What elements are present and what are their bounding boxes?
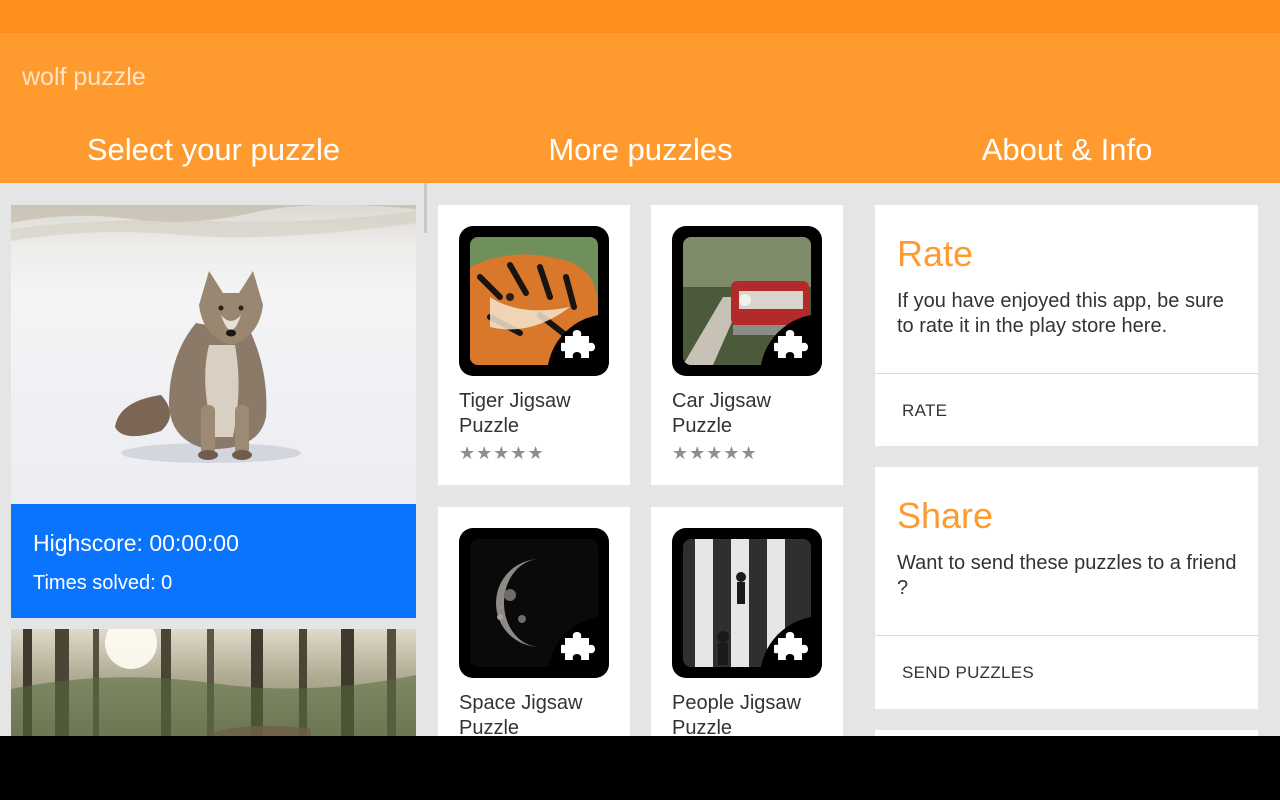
highscore-label: Highscore: 00:00:00: [33, 530, 239, 556]
wolf-puzzle-card[interactable]: Highscore: 00:00:00 Times solved: 0: [11, 205, 416, 618]
car-puzzle-thumbnail: [672, 226, 822, 376]
rate-title: Rate: [897, 233, 974, 274]
puzzle-name: Space Jigsaw Puzzle: [459, 692, 583, 736]
tiger-puzzle-thumbnail: [459, 226, 609, 376]
tab-select-puzzle[interactable]: Select your puzzle: [0, 132, 427, 172]
status-bar: [0, 0, 1280, 33]
space-puzzle-thumbnail: [459, 528, 609, 678]
app-bar: wolf puzzle Select your puzzle More puzz…: [0, 33, 1280, 183]
wolf-photo: [11, 205, 416, 463]
tab-about-info[interactable]: About & Info: [854, 132, 1280, 172]
share-text: Want to send these puzzles to a friend ?: [897, 552, 1237, 599]
rate-card: Rate If you have enjoyed this app, be su…: [875, 205, 1258, 446]
wolf-puzzle-image[interactable]: [11, 205, 416, 504]
puzzle-name: Tiger Jigsaw Puzzle: [459, 390, 571, 437]
more-puzzle-card-space[interactable]: Space Jigsaw Puzzle: [438, 507, 630, 736]
share-card: Share Want to send these puzzles to a fr…: [875, 467, 1258, 709]
system-navigation-bar: [0, 736, 1280, 800]
send-puzzles-button[interactable]: SEND PUZZLES: [902, 663, 1034, 683]
rate-text: If you have enjoyed this app, be sure to…: [897, 290, 1224, 337]
puzzle-name: Car Jigsaw Puzzle: [672, 390, 771, 437]
star-rating-icon: ★★★★★: [672, 443, 758, 463]
star-rating-icon: ★★★★★: [459, 443, 545, 463]
people-puzzle-thumbnail: [672, 528, 822, 678]
share-title: Share: [897, 495, 994, 536]
tab-more-puzzles[interactable]: More puzzles: [427, 132, 854, 172]
more-puzzle-card-car[interactable]: Car Jigsaw Puzzle ★★★★★: [651, 205, 843, 485]
content-area: Highscore: 00:00:00 Times solved: 0 Tige…: [0, 183, 1280, 736]
divider: [875, 373, 1258, 374]
more-puzzle-card-tiger[interactable]: Tiger Jigsaw Puzzle ★★★★★: [438, 205, 630, 485]
forest-photo: [11, 629, 416, 736]
puzzle-name: People Jigsaw Puzzle: [672, 692, 801, 736]
more-puzzle-card-people[interactable]: People Jigsaw Puzzle: [651, 507, 843, 736]
rate-button[interactable]: RATE: [902, 401, 947, 421]
app-title: wolf puzzle: [22, 63, 146, 91]
divider: [875, 635, 1258, 636]
puzzle-stats-panel: Highscore: 00:00:00 Times solved: 0: [11, 504, 416, 618]
forest-puzzle-card[interactable]: [11, 629, 416, 736]
times-solved-label: Times solved: 0: [33, 572, 173, 594]
scrollbar[interactable]: [424, 183, 427, 233]
